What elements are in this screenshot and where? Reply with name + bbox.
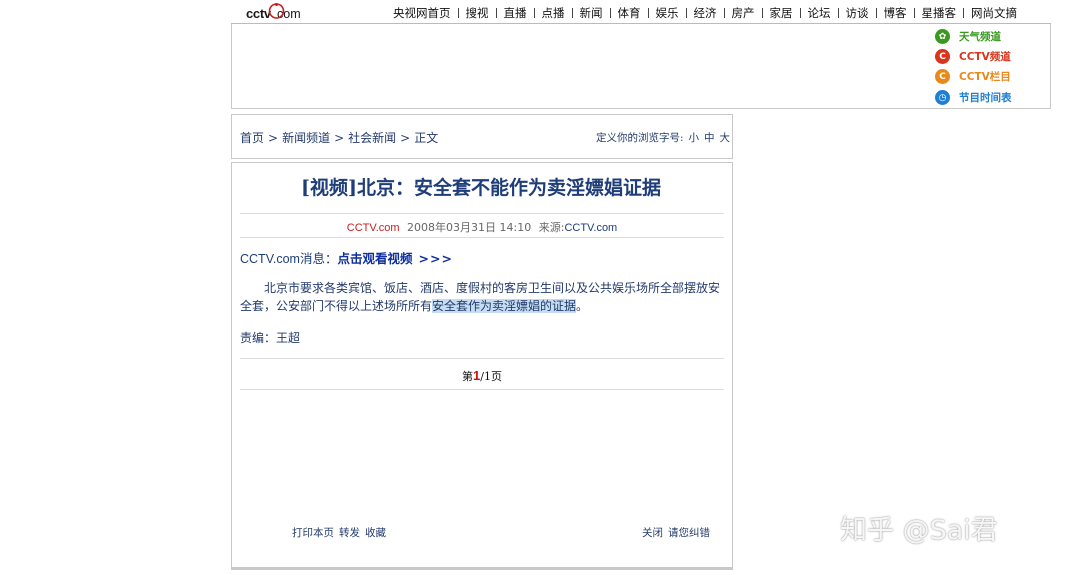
- nav-separator: [761, 8, 763, 18]
- font-size-selector: 定义你的浏览字号: 小中大: [596, 130, 730, 145]
- meta-source-label: 来源:: [538, 221, 565, 234]
- cctv-channel-icon: C: [935, 49, 950, 64]
- quick-link[interactable]: ◷ 节目时间表: [935, 90, 1012, 105]
- breadcrumb-separator: >: [268, 131, 279, 145]
- nav-separator: [837, 8, 839, 18]
- lead-source: CCTV.com消息：: [240, 252, 338, 266]
- quick-link-label: 节目时间表: [959, 92, 1012, 104]
- nav-item[interactable]: 博客: [884, 5, 907, 21]
- article-title: [视频]北京：安全套不能作为卖淫嫖娼证据: [301, 177, 661, 199]
- meta-datetime: 2008年03月31日 14:10: [407, 221, 532, 234]
- nav-item[interactable]: 点播: [542, 5, 565, 21]
- nav-separator: [799, 8, 801, 18]
- nav-separator: [913, 8, 915, 18]
- svg-text:cctv: cctv: [246, 6, 272, 21]
- quick-link[interactable]: ✿ 天气频道: [935, 29, 1001, 44]
- pager-prefix: 第: [462, 370, 474, 383]
- svg-text:com: com: [277, 7, 301, 21]
- nav-item[interactable]: 娱乐: [656, 5, 679, 21]
- forward-link[interactable]: 转发: [339, 527, 360, 539]
- body-text-end: 。: [576, 299, 589, 313]
- meta-source: CCTV.com: [564, 222, 618, 234]
- nav-separator: [609, 8, 611, 18]
- nav-item[interactable]: 家居: [770, 5, 793, 21]
- article-lead: CCTV.com消息：点击观看视频 >>>: [240, 248, 453, 267]
- nav-separator: [963, 8, 964, 18]
- nav-separator: [647, 8, 649, 18]
- divider: [240, 358, 724, 359]
- nav-item[interactable]: 网尚文摘: [971, 5, 1017, 21]
- nav-separator: [495, 8, 497, 18]
- nav-item[interactable]: 星播客: [922, 5, 957, 21]
- cctv-column-icon: C: [935, 69, 950, 84]
- breadcrumb-current: 正文: [414, 131, 439, 145]
- pagination: 第1/1页: [240, 368, 724, 384]
- close-link[interactable]: 关闭: [642, 527, 663, 539]
- report-error-link[interactable]: 请您纠错: [668, 527, 710, 539]
- divider: [240, 213, 724, 214]
- meta-site[interactable]: CCTV.com: [347, 222, 400, 234]
- nav-item[interactable]: 体育: [618, 5, 641, 21]
- breadcrumb-separator: >: [334, 131, 345, 145]
- breadcrumb-society-news[interactable]: 社会新闻: [348, 131, 396, 145]
- nav-item[interactable]: 新闻: [580, 5, 603, 21]
- nav-item[interactable]: 央视网首页: [393, 5, 451, 21]
- cctv-logo[interactable]: cctv com: [246, 2, 308, 22]
- nav-separator: [571, 8, 573, 18]
- nav-item[interactable]: 经济: [694, 5, 717, 21]
- nav-separator: [875, 8, 877, 18]
- weather-icon: ✿: [935, 29, 950, 44]
- quick-link-label: 天气频道: [959, 31, 1001, 43]
- nav-separator: [685, 8, 687, 18]
- breadcrumb-news-channel[interactable]: 新闻频道: [282, 131, 330, 145]
- article-meta: CCTV.com 2008年03月31日 14:10 来源:CCTV.com: [240, 219, 724, 235]
- breadcrumb-home[interactable]: 首页: [240, 131, 264, 145]
- nav-item[interactable]: 直播: [504, 5, 527, 21]
- quick-link-label: CCTV频道: [959, 51, 1011, 63]
- article-tools-right: 关闭 请您纠错: [642, 525, 715, 540]
- article-editor: 责编：王超: [240, 331, 301, 345]
- schedule-icon: ◷: [935, 90, 950, 105]
- font-size-label: 定义你的浏览字号:: [596, 132, 684, 144]
- font-size-medium[interactable]: 中: [704, 132, 715, 144]
- lead-click: 点击: [337, 251, 363, 266]
- breadcrumb: 首页 > 新闻频道 > 社会新闻 > 正文: [240, 129, 438, 146]
- quick-link[interactable]: C CCTV栏目: [935, 69, 1011, 84]
- pager-suffix: 页: [490, 370, 502, 383]
- article-body: 北京市要求各类宾馆、饭店、酒店、度假村的客房卫生间以及公共娱乐场所全部摆放安全套…: [240, 279, 726, 315]
- watch-video-link[interactable]: 观看视频: [362, 251, 412, 266]
- nav-item[interactable]: 房产: [732, 5, 755, 21]
- font-size-large[interactable]: 大: [720, 132, 731, 144]
- quick-link-label: CCTV栏目: [959, 71, 1011, 83]
- nav-item[interactable]: 论坛: [808, 5, 831, 21]
- body-highlighted-text: 安全套作为卖淫嫖娼的证据: [432, 299, 577, 313]
- article-panel-bottom-border: [231, 567, 733, 570]
- breadcrumb-separator: >: [400, 131, 411, 145]
- favorite-link[interactable]: 收藏: [365, 527, 386, 539]
- watch-video-arrows[interactable]: >>>: [419, 251, 453, 266]
- nav-separator: [723, 8, 725, 18]
- top-navigation: 央视网首页 搜视 直播 点播 新闻 体育 娱乐 经济 房产 家居 论坛 访谈 博客 星播客 网尚文摘: [393, 5, 1017, 21]
- pager-total: 1: [483, 370, 491, 383]
- article-tools-left: 打印本页 转发 收藏: [292, 525, 391, 540]
- print-page-link[interactable]: 打印本页: [292, 527, 334, 539]
- quick-link[interactable]: C CCTV频道: [935, 49, 1011, 64]
- divider: [240, 237, 724, 238]
- divider: [240, 389, 724, 390]
- banner-panel: [231, 24, 1051, 109]
- nav-separator: [457, 8, 459, 18]
- nav-item[interactable]: 访谈: [846, 5, 869, 21]
- nav-separator: [533, 8, 535, 18]
- nav-item[interactable]: 搜视: [466, 5, 489, 21]
- watermark: 知乎 @Sai君: [840, 515, 998, 546]
- font-size-small[interactable]: 小: [689, 132, 700, 144]
